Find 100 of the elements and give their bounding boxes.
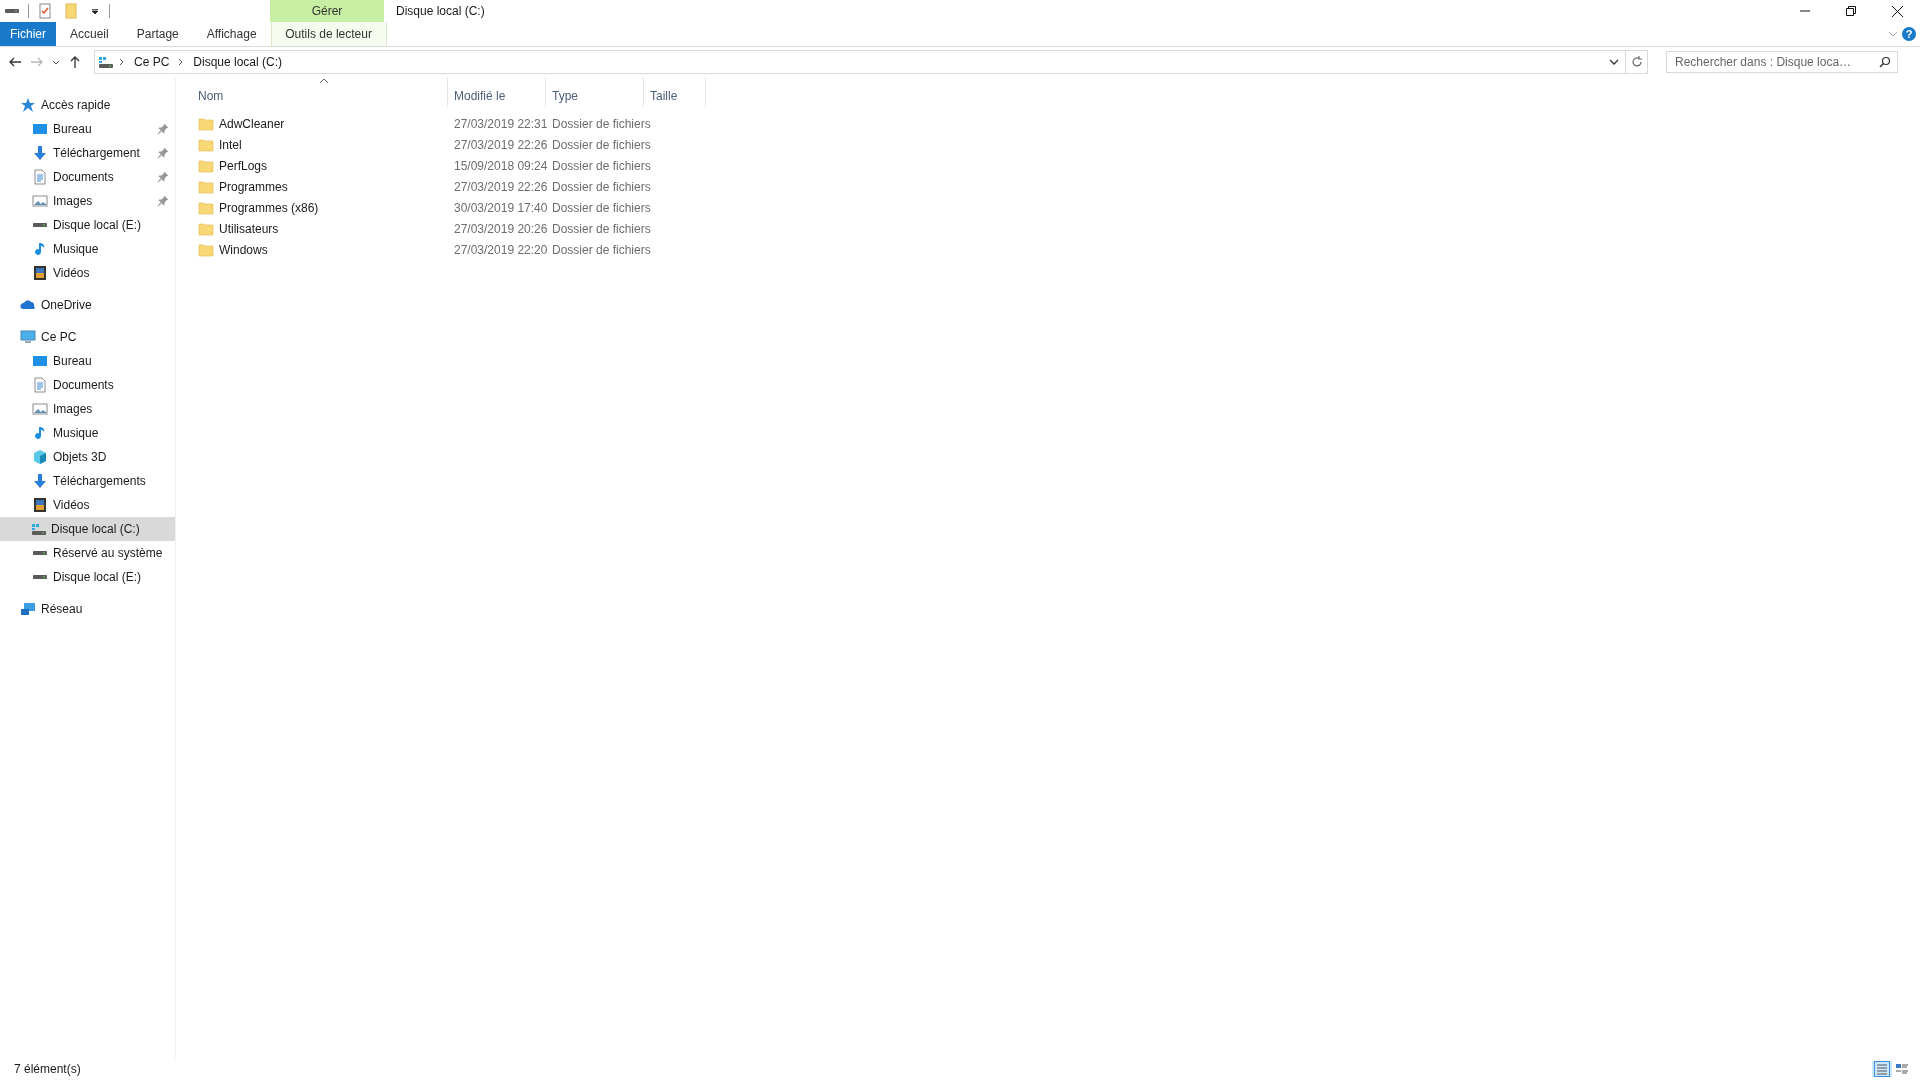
- images-icon: [32, 401, 48, 417]
- desktop-icon: [32, 353, 48, 369]
- view-button[interactable]: [1872, 1061, 1892, 1077]
- pin-icon: [157, 195, 169, 207]
- sidebar-item[interactable]: Images: [0, 397, 175, 421]
- column-header[interactable]: Nom: [192, 77, 448, 107]
- drive-icon: [33, 551, 47, 555]
- sort-caret-icon: [319, 78, 328, 83]
- file-name[interactable]: Windows: [219, 242, 268, 257]
- file-name[interactable]: Programmes: [219, 179, 288, 194]
- contextual-tab-group: Gérer: [270, 0, 384, 22]
- search-field[interactable]: Rechercher dans : Disque loca…: [1666, 51, 1898, 73]
- table-cell: 30/03/2019 17:40: [454, 200, 548, 215]
- minimize-icon: [1800, 10, 1810, 12]
- sidebar-item[interactable]: Bureau: [0, 117, 175, 141]
- details-view-icon: [1874, 1061, 1890, 1077]
- pin-icon: [157, 123, 169, 135]
- sidebar-item[interactable]: Images: [0, 189, 175, 213]
- file-name[interactable]: Intel: [219, 137, 242, 152]
- sidebar-item[interactable]: Téléchargement: [0, 141, 175, 165]
- file-name[interactable]: Utilisateurs: [219, 221, 279, 236]
- column-header[interactable]: Type: [546, 77, 644, 107]
- sidebar-item[interactable]: OneDrive: [0, 293, 175, 317]
- file-name[interactable]: PerfLogs: [219, 158, 268, 173]
- breadcrumb[interactable]: Ce PC: [131, 55, 173, 69]
- file-name[interactable]: AdwCleaner: [219, 116, 285, 131]
- table-cell: 27/03/2019 22:26: [454, 137, 548, 152]
- sidebar-item[interactable]: Ce PC: [0, 325, 175, 349]
- videos-icon: [32, 265, 48, 281]
- sidebar-item[interactable]: Réseau: [0, 597, 175, 621]
- table-cell: 27/03/2019 22:31: [454, 116, 548, 131]
- file-name[interactable]: Programmes (x86): [219, 200, 319, 215]
- documents-icon: [32, 169, 48, 185]
- download-icon: [32, 145, 48, 161]
- folder-icon: [198, 220, 214, 237]
- search-icon: [1879, 56, 1891, 68]
- drive-icon: [33, 575, 47, 579]
- system-drive-icon: [32, 523, 46, 535]
- window-title: Disque local (C:): [396, 4, 485, 18]
- videos-icon: [32, 497, 48, 513]
- network-icon: [20, 601, 36, 617]
- ribbon-tab[interactable]: Partage: [122, 22, 193, 46]
- help-button[interactable]: ?: [1902, 27, 1916, 41]
- sidebar-item[interactable]: Téléchargements: [0, 469, 175, 493]
- ribbon-tab[interactable]: Accueil: [56, 22, 123, 46]
- column-header[interactable]: Taille: [644, 77, 706, 107]
- breadcrumb[interactable]: Disque local (C:): [190, 55, 286, 69]
- sidebar-item[interactable]: Objets 3D: [0, 445, 175, 469]
- refresh-icon: [1630, 56, 1643, 68]
- sidebar-item[interactable]: Accès rapide: [0, 93, 175, 117]
- documents-icon: [32, 377, 48, 393]
- sidebar-item[interactable]: Bureau: [0, 349, 175, 373]
- table-cell: 15/09/2018 09:24: [454, 158, 548, 173]
- pin-icon: [157, 171, 169, 183]
- table-cell: 27/03/2019 22:20: [454, 242, 548, 257]
- restore-icon: [1846, 6, 1856, 16]
- dropdown-icon[interactable]: [1609, 58, 1619, 66]
- folder-icon: [198, 157, 214, 174]
- sidebar-item[interactable]: Disque local (C:): [0, 517, 175, 541]
- ribbon-tab[interactable]: Fichier: [0, 22, 56, 46]
- download-icon: [32, 473, 48, 489]
- folder-icon: [63, 3, 79, 19]
- status-text: 7 élément(s): [14, 1062, 82, 1076]
- cube-icon: [32, 449, 48, 465]
- chevron-icon: [178, 58, 185, 66]
- table-cell: 27/03/2019 22:26: [454, 179, 548, 194]
- sidebar-item[interactable]: Réservé au système: [0, 541, 175, 565]
- table-cell: Dossier de fichiers: [552, 242, 651, 257]
- checklist-icon: [37, 3, 53, 19]
- toolbar-button[interactable]: [2, 7, 22, 15]
- close-icon: [1891, 5, 1903, 17]
- address-bar[interactable]: Ce PC Disque local (C:): [94, 50, 1648, 74]
- folder-icon: [198, 199, 214, 216]
- table-cell: Dossier de fichiers: [552, 137, 651, 152]
- pin-icon: [157, 147, 169, 159]
- sidebar-item[interactable]: Vidéos: [0, 261, 175, 285]
- desktop-icon: [32, 121, 48, 137]
- sidebar-item[interactable]: Disque local (E:): [0, 565, 175, 589]
- ribbon-tab[interactable]: Affichage: [192, 22, 271, 46]
- drive-icon: [99, 56, 113, 68]
- chevron-icon: [1888, 31, 1898, 37]
- drive-icon: [33, 223, 47, 227]
- drive-icon: [5, 9, 19, 13]
- column-header[interactable]: Modifié le: [448, 77, 546, 107]
- sidebar-item[interactable]: Documents: [0, 165, 175, 189]
- folder-icon: [198, 178, 214, 195]
- sidebar-item[interactable]: Musique: [0, 421, 175, 445]
- table-cell: Dossier de fichiers: [552, 221, 651, 236]
- sidebar-item[interactable]: Documents: [0, 373, 175, 397]
- tiles-view-icon: [1894, 1061, 1910, 1077]
- sidebar-item[interactable]: Musique: [0, 237, 175, 261]
- chevron-icon: [52, 59, 60, 65]
- table-cell: Dossier de fichiers: [552, 158, 651, 173]
- table-cell: Dossier de fichiers: [552, 200, 651, 215]
- ribbon-tab[interactable]: Outils de lecteur: [270, 22, 387, 46]
- pc-icon: [20, 329, 36, 345]
- sidebar-item[interactable]: Vidéos: [0, 493, 175, 517]
- table-cell: Dossier de fichiers: [552, 179, 651, 194]
- sidebar-item[interactable]: Disque local (E:): [0, 213, 175, 237]
- table-cell: Dossier de fichiers: [552, 116, 651, 131]
